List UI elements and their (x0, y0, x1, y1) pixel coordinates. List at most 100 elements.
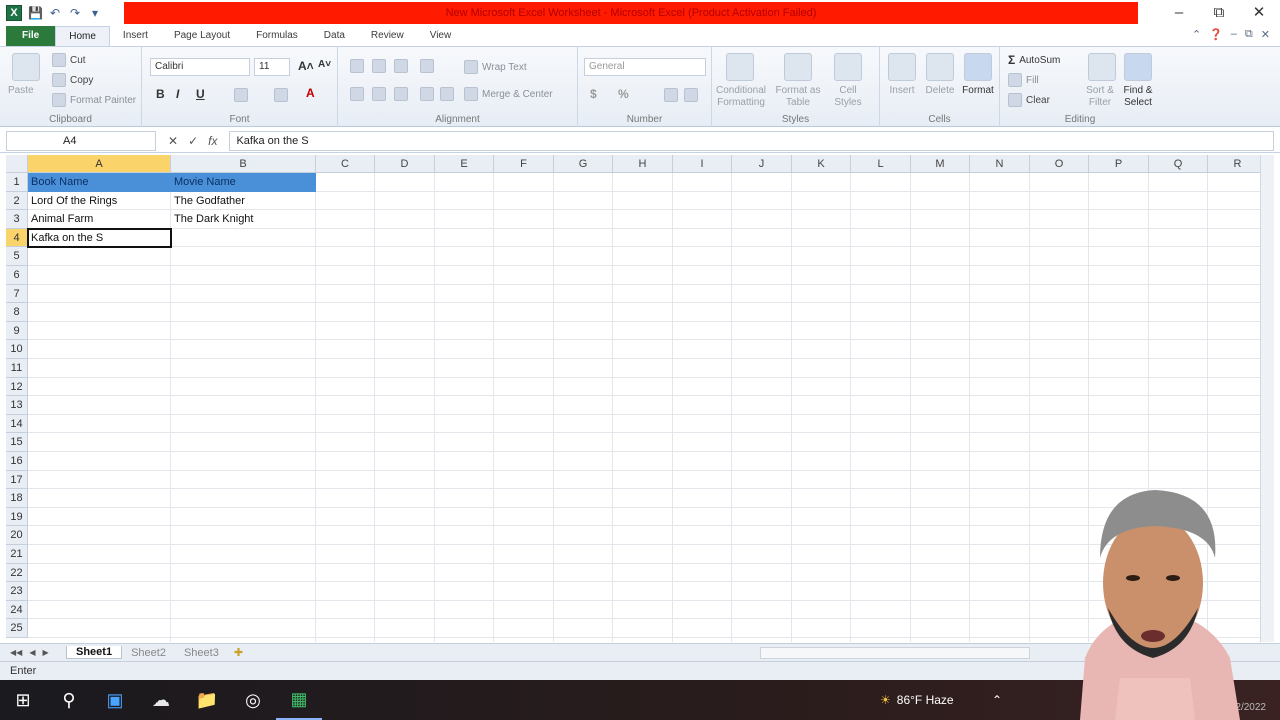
save-icon[interactable]: 💾 (28, 6, 43, 20)
sort-filter-button[interactable]: Sort & Filter (1080, 85, 1120, 109)
close-button[interactable]: ✕ (1246, 2, 1272, 24)
row-header-11[interactable]: 11 (6, 359, 28, 378)
delete-cells-icon[interactable] (926, 53, 954, 81)
row-header-7[interactable]: 7 (6, 284, 28, 304)
sheet-tab-2[interactable]: Sheet2 (122, 647, 175, 659)
row-header-8[interactable]: 8 (6, 303, 28, 322)
tab-data[interactable]: Data (311, 26, 358, 46)
tab-formulas[interactable]: Formulas (243, 26, 311, 46)
insert-sheet-icon[interactable]: ✚ (228, 646, 243, 659)
grow-font-button[interactable]: A˄ (298, 59, 314, 73)
align-center-icon[interactable] (372, 87, 386, 101)
first-sheet-icon[interactable]: ◀◀ (10, 648, 22, 657)
row-header-18[interactable]: 18 (6, 489, 28, 508)
autosum-button[interactable]: Σ AutoSum (1008, 53, 1060, 67)
conditional-formatting-button[interactable]: Conditional Formatting (712, 85, 770, 109)
row-header-12[interactable]: 12 (6, 377, 28, 397)
tab-file[interactable]: File (6, 26, 56, 46)
increase-decimal-icon[interactable] (664, 88, 678, 102)
align-middle-icon[interactable] (372, 59, 386, 73)
borders-icon[interactable] (234, 88, 248, 102)
file-explorer-icon[interactable]: 📁 (184, 680, 230, 720)
number-format-select[interactable]: General (584, 58, 706, 76)
row-header-25[interactable]: 25 (6, 619, 28, 638)
insert-cells-button[interactable]: Insert (884, 85, 920, 97)
column-header-q[interactable]: Q (1149, 155, 1208, 173)
row-header-2[interactable]: 2 (6, 191, 28, 211)
format-cells-button[interactable]: Format (958, 85, 998, 97)
row-header-10[interactable]: 10 (6, 340, 28, 359)
font-size-select[interactable]: 11 (254, 58, 290, 76)
workbook-restore-icon[interactable]: ⧉ (1245, 28, 1253, 41)
minimize-ribbon-icon[interactable]: ⌃ (1192, 28, 1201, 41)
paste-button[interactable]: Paste (8, 85, 34, 97)
merge-center-button[interactable]: Merge & Center (464, 87, 553, 101)
currency-button[interactable]: $ (590, 87, 597, 101)
shrink-font-button[interactable]: A˅ (318, 59, 331, 70)
column-header-o[interactable]: O (1030, 155, 1089, 173)
row-header-20[interactable]: 20 (6, 526, 28, 545)
confirm-entry-icon[interactable]: ✓ (188, 134, 198, 148)
column-header-l[interactable]: L (851, 155, 911, 173)
redo-icon[interactable]: ↷ (68, 6, 82, 20)
column-header-c[interactable]: C (316, 155, 375, 173)
remote-desktop-icon[interactable]: ▣ (92, 680, 138, 720)
wrap-text-button[interactable]: Wrap Text (464, 60, 527, 74)
delete-cells-button[interactable]: Delete (920, 85, 960, 97)
column-header-p[interactable]: P (1089, 155, 1149, 173)
sheet-tab-1[interactable]: Sheet1 (66, 646, 123, 659)
workbook-minimize-icon[interactable]: – (1231, 28, 1237, 41)
column-header-a[interactable]: A (28, 155, 171, 173)
copy-button[interactable]: Copy (52, 73, 93, 87)
row-header-6[interactable]: 6 (6, 266, 28, 285)
tab-page-layout[interactable]: Page Layout (161, 26, 243, 46)
cell-styles-button[interactable]: Cell Styles (828, 85, 868, 109)
cancel-entry-icon[interactable]: ✕ (168, 134, 178, 148)
search-icon[interactable]: ⚲ (46, 680, 92, 720)
column-header-k[interactable]: K (792, 155, 851, 173)
formula-input[interactable]: Kafka on the S (229, 130, 1274, 151)
column-header-m[interactable]: M (911, 155, 970, 173)
bold-button[interactable]: B (156, 87, 165, 101)
clear-button[interactable]: Clear (1008, 93, 1050, 107)
row-header-14[interactable]: 14 (6, 414, 28, 434)
format-as-table-icon[interactable] (784, 53, 812, 81)
cell-styles-icon[interactable] (834, 53, 862, 81)
format-as-table-button[interactable]: Format as Table (772, 85, 824, 109)
next-sheet-icon[interactable]: ▶ (42, 648, 48, 657)
column-header-f[interactable]: F (494, 155, 554, 173)
cell-b2[interactable]: The Godfather (171, 192, 316, 211)
fill-button[interactable]: Fill (1008, 73, 1039, 87)
insert-cells-icon[interactable] (888, 53, 916, 81)
cell-a2[interactable]: Lord Of the Rings (28, 192, 171, 211)
column-header-j[interactable]: J (732, 155, 792, 173)
paste-icon[interactable] (12, 53, 40, 81)
column-header-r[interactable]: R (1208, 155, 1260, 173)
row-header-3[interactable]: 3 (6, 210, 28, 229)
align-bottom-icon[interactable] (394, 59, 408, 73)
find-select-button[interactable]: Find & Select (1118, 85, 1158, 109)
increase-indent-icon[interactable] (440, 87, 454, 101)
row-header-21[interactable]: 21 (6, 545, 28, 564)
customize-qat-icon[interactable]: ▾ (88, 6, 102, 20)
cell-a1[interactable]: Book Name (28, 173, 171, 192)
decrease-indent-icon[interactable] (420, 87, 434, 101)
column-header-g[interactable]: G (554, 155, 613, 173)
insert-function-icon[interactable]: fx (208, 134, 217, 148)
horizontal-scrollbar[interactable] (760, 647, 1030, 659)
column-header-n[interactable]: N (970, 155, 1030, 173)
tab-review[interactable]: Review (358, 26, 417, 46)
row-header-13[interactable]: 13 (6, 396, 28, 415)
tab-view[interactable]: View (417, 26, 465, 46)
sheet-tab-3[interactable]: Sheet3 (175, 647, 228, 659)
excel-taskbar-icon[interactable]: ▦ (276, 680, 322, 720)
cell-b3[interactable]: The Dark Knight (171, 210, 316, 229)
workbook-close-icon[interactable]: ✕ (1261, 28, 1270, 41)
align-left-icon[interactable] (350, 87, 364, 101)
format-painter-button[interactable]: Format Painter (52, 93, 136, 107)
row-header-22[interactable]: 22 (6, 563, 28, 583)
row-header-4[interactable]: 4 (6, 228, 28, 248)
conditional-formatting-icon[interactable] (726, 53, 754, 81)
italic-button[interactable]: I (176, 87, 179, 101)
column-header-d[interactable]: D (375, 155, 435, 173)
